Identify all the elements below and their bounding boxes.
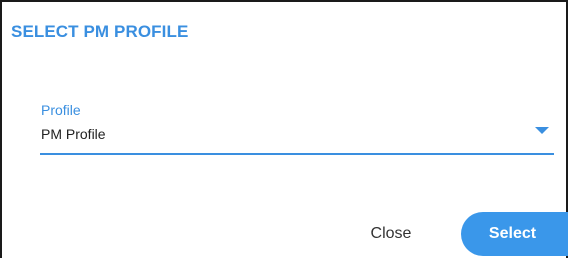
close-button[interactable]: Close [354, 216, 428, 252]
profile-field-label: Profile [41, 102, 81, 118]
select-button[interactable]: Select [461, 212, 568, 256]
dialog-title: SELECT PM PROFILE [11, 22, 189, 41]
caret-down-icon[interactable] [535, 127, 549, 134]
profile-field-underline [40, 153, 554, 155]
select-pm-profile-dialog: SELECT PM PROFILE Profile PM Profile Clo… [0, 0, 568, 258]
profile-select[interactable]: Profile PM Profile [40, 101, 554, 155]
profile-selected-value[interactable]: PM Profile [41, 126, 106, 142]
